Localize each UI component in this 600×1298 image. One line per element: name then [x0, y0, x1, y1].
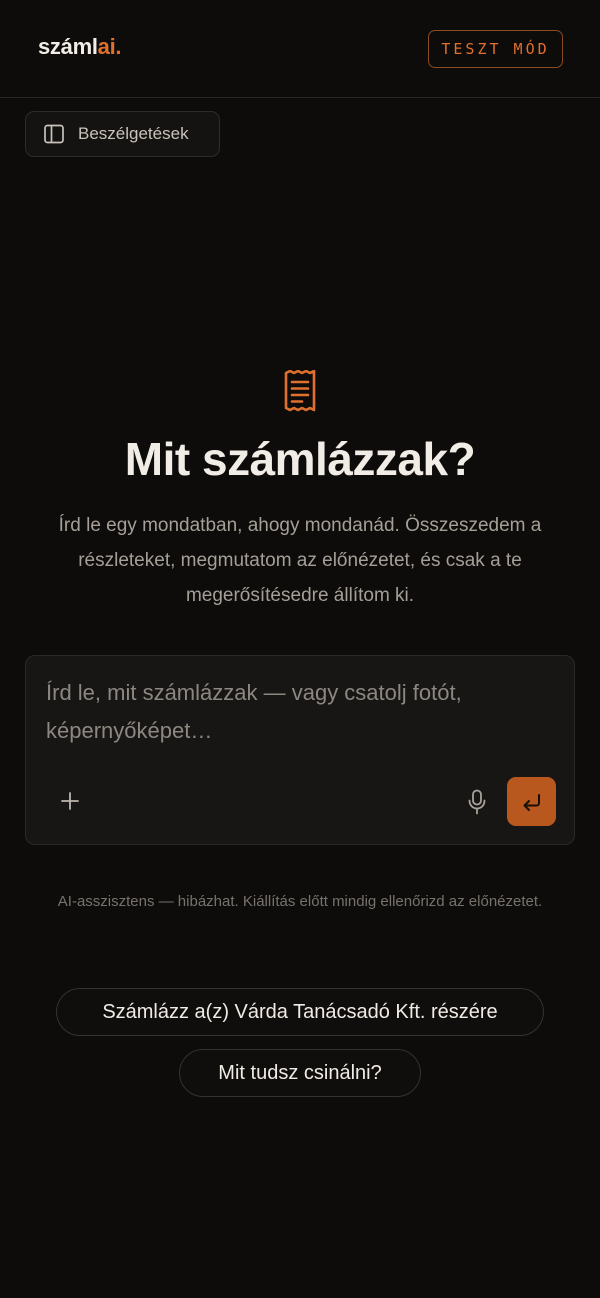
microphone-button[interactable] [463, 787, 491, 817]
enter-arrow-icon [523, 793, 540, 811]
plus-icon [61, 792, 79, 810]
conversations-button[interactable]: Beszélgetések [25, 111, 220, 157]
app-logo[interactable]: számlai. [38, 34, 122, 60]
ai-disclaimer: AI-asszisztens — hibázhat. Kiállítás elő… [57, 893, 543, 910]
microphone-icon [468, 789, 486, 815]
send-button[interactable] [507, 777, 556, 826]
suggestion-chip[interactable]: Mit tudsz csinálni? [179, 1049, 421, 1097]
message-composer [25, 655, 575, 845]
conversations-label: Beszélgetések [78, 124, 189, 143]
top-bar: számlai. TESZT MÓD [0, 0, 600, 98]
sidebar-panel-icon [43, 123, 65, 145]
attach-button[interactable] [56, 787, 84, 815]
logo-text: száml [38, 34, 98, 59]
receipt-icon [282, 369, 318, 412]
page-title: Mit számlázzak? [124, 433, 476, 485]
message-input[interactable] [46, 674, 551, 754]
page-subtitle: Írd le egy mondatban, ahogy mondanád. Ös… [58, 515, 542, 606]
suggestion-chip[interactable]: Számlázz a(z) Várda Tanácsadó Kft. részé… [56, 988, 544, 1036]
logo-accent-text: ai. [97, 34, 122, 59]
test-mode-badge[interactable]: TESZT MÓD [428, 30, 563, 68]
